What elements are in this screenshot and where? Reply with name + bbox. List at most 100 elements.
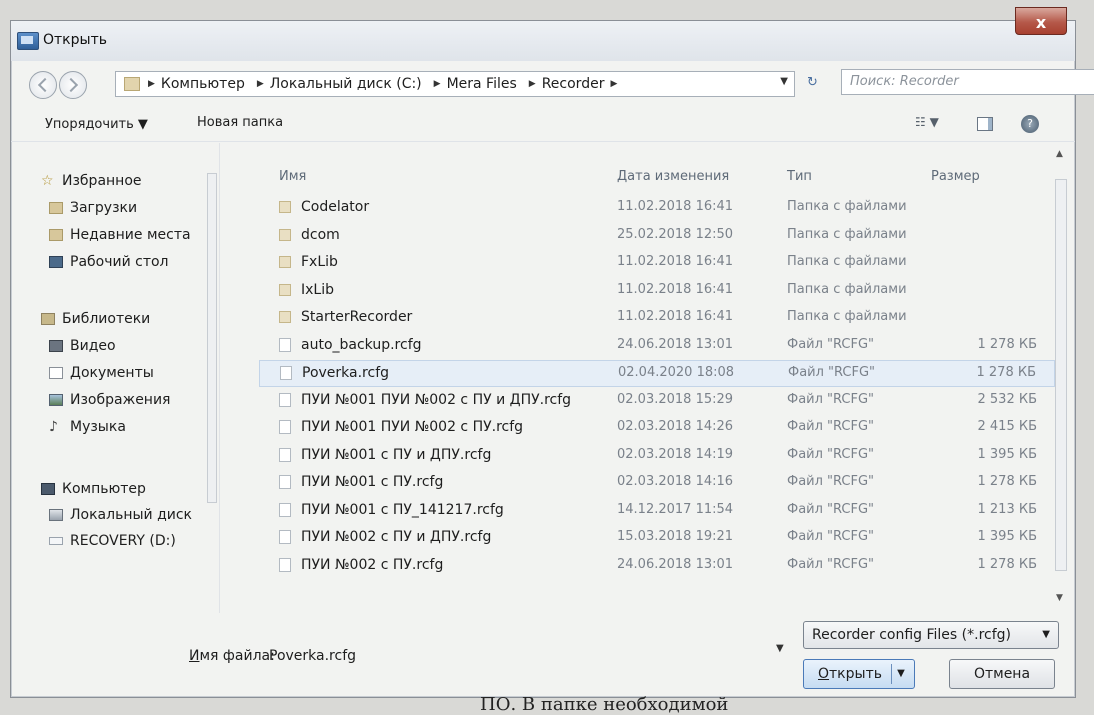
file-date: 14.12.2017 11:54 — [617, 501, 734, 517]
view-options-icon[interactable]: ☷ ▼ — [915, 115, 939, 129]
file-type: Файл "RCFG" — [787, 556, 875, 572]
nav-desktop[interactable]: Рабочий стол — [49, 254, 169, 270]
file-row[interactable]: auto_backup.rcfg 24.06.2018 13:01 Файл "RC… — [259, 333, 1055, 360]
file-size: 2 532 КБ — [977, 391, 1038, 407]
window-title: Открыть — [43, 32, 107, 48]
file-icon — [280, 366, 292, 380]
file-size: 1 278 КБ — [976, 365, 1037, 380]
file-size: 1 395 КБ — [977, 446, 1038, 462]
file-icon — [279, 392, 291, 407]
file-type: Файл "RCFG" — [787, 446, 875, 462]
file-row[interactable]: StarterRecorder 11.02.2018 16:41 Папка с ф… — [259, 305, 1055, 332]
file-name: ПУИ №001 с ПУ и ДПУ.rcfg — [279, 447, 491, 463]
breadcrumb-computer[interactable]: ▶ Компьютер — [148, 76, 245, 92]
open-options-chevron-icon[interactable]: ▼ — [891, 664, 910, 684]
file-row[interactable]: ПУИ №002 с ПУ и ДПУ.rcfg 15.03.2018 19:21… — [259, 525, 1055, 552]
downloads-icon — [49, 202, 63, 214]
file-date: 24.06.2018 13:01 — [617, 556, 734, 572]
file-row[interactable]: dcom 25.02.2018 12:50 Папка с файлами — [259, 223, 1055, 250]
file-size: 2 415 КБ — [977, 419, 1038, 434]
column-header-type[interactable]: Тип — [787, 169, 812, 184]
file-icon — [279, 557, 291, 572]
file-size: 1 395 КБ — [977, 529, 1038, 544]
address-bar[interactable]: ▶ Компьютер ▶ Локальный диск (C:) ▶ Mera Fi… — [115, 71, 795, 97]
organize-button[interactable]: Упорядочить ▼ — [45, 117, 148, 132]
file-type: Файл "RCFG" — [787, 391, 875, 407]
nav-downloads[interactable]: Загрузки — [49, 200, 137, 216]
forward-button[interactable] — [59, 71, 87, 99]
file-row[interactable]: ПУИ №002 с ПУ.rcfg 24.06.2018 13:01 Файл "… — [259, 553, 1055, 580]
column-header-date[interactable]: Дата изменения — [617, 169, 729, 184]
file-date: 11.02.2018 16:41 — [617, 199, 734, 214]
nav-favorites[interactable]: ☆ Избранное — [41, 173, 142, 189]
file-icon — [279, 475, 291, 489]
back-button[interactable] — [29, 71, 57, 99]
title-bar: Открыть x — [11, 7, 1075, 61]
file-list-scrollbar[interactable]: ▲ ▼ — [1053, 143, 1069, 613]
chevron-down-icon[interactable]: ▼ — [780, 76, 788, 87]
filename-input[interactable]: Poverka.rcfg — [269, 648, 356, 664]
folder-icon — [279, 283, 291, 296]
nav-scrollbar[interactable] — [207, 143, 219, 613]
nav-recent[interactable]: Недавние места — [49, 227, 191, 243]
preview-pane-icon[interactable] — [977, 117, 993, 131]
file-type: Папка с файлами — [787, 254, 907, 269]
file-icon — [279, 530, 291, 544]
breadcrumb-mera-files[interactable]: ▶ Mera Files — [434, 76, 517, 92]
nav-images[interactable]: Изображения — [49, 392, 170, 408]
open-button[interactable]: Открыть ▼ — [803, 659, 915, 689]
file-type: Файл "RCFG" — [787, 336, 875, 352]
toolbar: Упорядочить ▼ Новая папка ☷ ▼ ? — [11, 105, 1075, 142]
close-button[interactable]: x — [1015, 7, 1067, 35]
nav-documents[interactable]: Документы — [49, 365, 154, 381]
refresh-icon[interactable]: ↻ — [807, 75, 818, 90]
column-header-name[interactable]: Имя — [279, 169, 306, 184]
drive-icon — [49, 537, 63, 545]
file-list-scrollbar-thumb[interactable] — [1055, 179, 1067, 571]
file-name: ПУИ №001 ПУИ №002 с ПУ и ДПУ.rcfg — [279, 392, 571, 408]
file-icon — [279, 502, 291, 517]
search-input[interactable]: Поиск: Recorder — [841, 69, 1094, 95]
nav-video[interactable]: Видео — [49, 338, 116, 354]
column-header-size[interactable]: Размер — [931, 169, 980, 184]
new-folder-button[interactable]: Новая папка — [197, 115, 283, 130]
file-row[interactable]: ПУИ №001 с ПУ и ДПУ.rcfg 02.03.2018 14:19… — [259, 443, 1055, 470]
desktop-icon — [49, 256, 63, 268]
file-row[interactable]: ПУИ №001 ПУИ №002 с ПУ и ДПУ.rcfg 02.03.2… — [259, 388, 1055, 415]
nav-recovery[interactable]: RECOVERY (D:) — [49, 533, 176, 549]
nav-local-disk[interactable]: Локальный диск — [49, 507, 192, 523]
app-icon — [17, 32, 39, 50]
file-date: 02.03.2018 14:16 — [617, 474, 734, 489]
breadcrumb-local-disk[interactable]: ▶ Локальный диск (C:) — [257, 76, 422, 92]
filename-label: Имя файла: — [189, 648, 275, 664]
file-row[interactable]: FxLib 11.02.2018 16:41 Папка с файлами — [259, 250, 1055, 277]
file-row[interactable]: ПУИ №001 с ПУ_141217.rcfg 14.12.2017 11:5… — [259, 498, 1055, 525]
filename-history-chevron-icon[interactable]: ▼ — [776, 643, 784, 654]
scroll-down-icon[interactable]: ▼ — [1056, 593, 1063, 603]
file-row[interactable]: ПУИ №001 с ПУ.rcfg 02.03.2018 14:16 Файл "… — [259, 470, 1055, 497]
file-list: Имя Дата изменения Тип Размер Codelator 1… — [259, 143, 1075, 613]
file-name: Poverka.rcfg — [280, 365, 389, 381]
nav-music[interactable]: ♪ Музыка — [49, 419, 126, 435]
file-type: Папка с файлами — [787, 199, 907, 214]
file-row[interactable]: IxLib 11.02.2018 16:41 Папка с файлами — [259, 278, 1055, 305]
file-name: ПУИ №001 с ПУ.rcfg — [279, 474, 443, 490]
file-name: IxLib — [279, 282, 334, 298]
help-icon[interactable]: ? — [1021, 115, 1039, 133]
breadcrumb-recorder[interactable]: ▶ Recorder ▶ — [529, 76, 624, 92]
file-name: ПУИ №002 с ПУ и ДПУ.rcfg — [279, 529, 491, 545]
file-row[interactable]: ПУИ №001 ПУИ №002 с ПУ.rcfg 02.03.2018 14… — [259, 415, 1055, 442]
scroll-up-icon[interactable]: ▲ — [1056, 149, 1063, 159]
nav-computer[interactable]: Компьютер — [41, 481, 146, 497]
file-size: 1 213 КБ — [977, 501, 1038, 517]
recent-places-icon — [49, 229, 63, 241]
file-row[interactable]: Poverka.rcfg 02.04.2020 18:08 Файл "RCFG" 1… — [259, 360, 1055, 387]
file-name: auto_backup.rcfg — [279, 337, 422, 353]
cancel-button[interactable]: Отмена — [949, 659, 1055, 689]
nav-scrollbar-thumb[interactable] — [207, 173, 217, 503]
folder-icon — [279, 256, 291, 268]
file-type-select[interactable]: Recorder config Files (*.rcfg) ▼ — [803, 621, 1059, 649]
nav-libraries[interactable]: Библиотеки — [41, 311, 150, 327]
file-row[interactable]: Codelator 11.02.2018 16:41 Папка с файлами — [259, 195, 1055, 222]
file-name: ПУИ №001 с ПУ_141217.rcfg — [279, 502, 504, 518]
